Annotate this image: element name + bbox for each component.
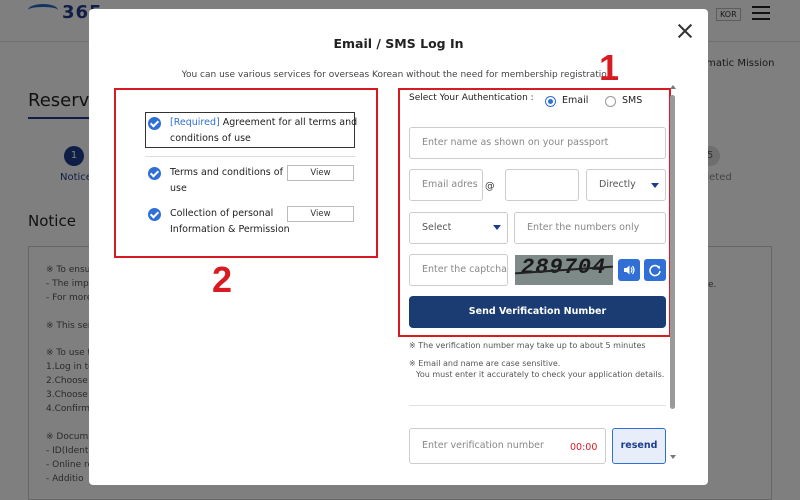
login-modal: Email / SMS Log In You can use various s… (89, 9, 708, 485)
audio-captcha-button[interactable] (618, 259, 640, 281)
refresh-captcha-button[interactable] (644, 259, 666, 281)
case-sensitive-note-2: You must enter it accurately to check yo… (416, 370, 665, 379)
resend-button[interactable]: resend (612, 428, 666, 464)
speaker-icon (624, 265, 635, 275)
chevron-down-icon (493, 225, 501, 230)
terms-text-2: use (170, 183, 187, 194)
close-icon[interactable] (675, 21, 695, 41)
at-sign: @ (485, 181, 495, 192)
agree-all-text-2: conditions of use (170, 133, 251, 144)
email-local-input[interactable]: Email adres (409, 169, 483, 201)
sms-radio[interactable] (605, 96, 616, 107)
captcha-image: 289704 (515, 255, 613, 285)
checkmark-icon[interactable] (148, 117, 161, 130)
country-select-value: Select (422, 222, 452, 233)
captcha-input[interactable]: Enter the captcha (409, 254, 508, 286)
agree-all-label: [Required] Agreement for all terms and c… (170, 115, 357, 147)
send-verification-button[interactable]: Send Verification Number (409, 296, 666, 328)
view-collection-button[interactable]: View (287, 206, 354, 222)
agree-all-text: Agreement for all terms and (222, 117, 358, 128)
auth-method-label: Select Your Authentication : (409, 93, 534, 103)
annotation-number-1: 1 (599, 47, 620, 88)
divider (145, 156, 355, 157)
required-tag: [Required] (170, 117, 220, 128)
verification-time-note: ※ The verification number may take up to… (409, 341, 646, 350)
email-radio-label[interactable]: Email (562, 95, 588, 106)
scroll-up-icon[interactable] (670, 85, 676, 89)
name-input[interactable]: Enter name as shown on your passport (409, 127, 666, 159)
case-sensitive-note: ※ Email and name are case sensitive. (409, 359, 561, 368)
checkmark-icon[interactable] (148, 208, 161, 221)
section-divider (409, 405, 666, 406)
countdown-timer: 00:00 (570, 442, 598, 453)
sms-radio-label[interactable]: SMS (622, 95, 642, 106)
collection-text-2: Information & Permission (170, 224, 290, 235)
chevron-down-icon (651, 183, 659, 188)
agree-collection-label: Collection of personal Information & Per… (170, 206, 290, 238)
annotation-number-2: 2 (212, 259, 233, 300)
email-domain-input[interactable] (505, 169, 579, 201)
captcha-text: 289704 (521, 255, 607, 280)
scrollbar-thumb[interactable] (670, 95, 675, 409)
domain-select-value: Directly (599, 179, 636, 190)
view-terms-button[interactable]: View (287, 165, 354, 181)
refresh-icon (649, 264, 661, 277)
phone-number-input[interactable]: Enter the numbers only (514, 212, 666, 244)
terms-text: Terms and conditions of (170, 167, 283, 178)
scroll-down-icon[interactable] (670, 455, 676, 459)
checkmark-icon[interactable] (148, 167, 161, 180)
collection-text: Collection of personal (170, 208, 274, 219)
agree-terms-label: Terms and conditions of use (170, 165, 283, 197)
email-radio[interactable] (545, 96, 556, 107)
